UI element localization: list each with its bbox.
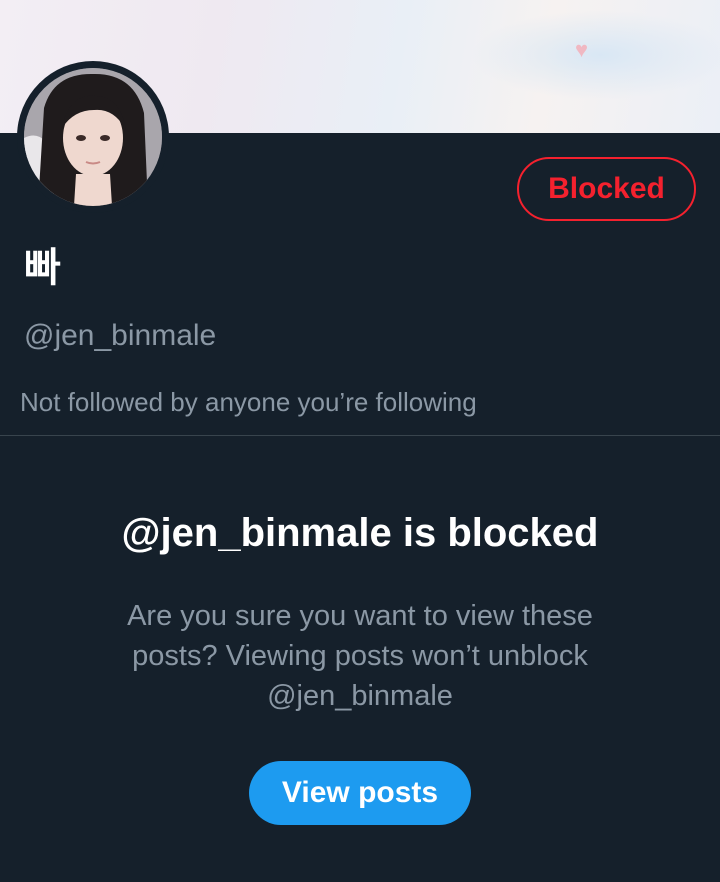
display-name: 빠 <box>24 246 61 290</box>
blocked-title: @jen_binmale is blocked <box>121 511 599 555</box>
blocked-description: Are you sure you want to view these post… <box>100 596 620 716</box>
avatar-photo <box>24 68 162 206</box>
heart-icon: ♥ <box>575 37 589 62</box>
blocked-description-line2: posts? Viewing posts won’t unblock <box>132 640 588 672</box>
view-posts-button[interactable]: View posts <box>249 761 471 825</box>
avatar[interactable] <box>17 61 169 213</box>
blocked-button[interactable]: Blocked <box>517 157 696 221</box>
blocked-description-line1: Are you sure you want to view these <box>127 600 593 632</box>
follow-context: Not followed by anyone you’re following <box>20 387 477 417</box>
profile-handle: @jen_binmale <box>24 319 217 352</box>
blocked-description-handle[interactable]: @jen_binmale <box>100 676 620 716</box>
